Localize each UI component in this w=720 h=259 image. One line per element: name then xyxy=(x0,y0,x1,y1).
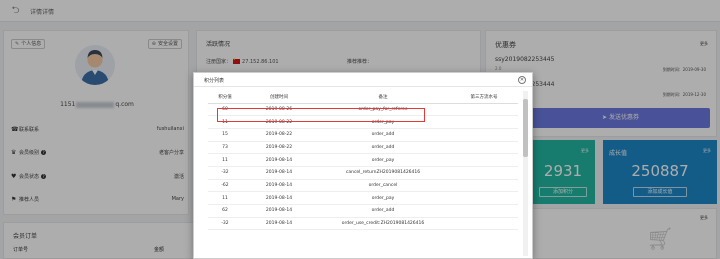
table-row: -32 2019-08-14 cancel_returnZH201908142641… xyxy=(208,166,518,180)
score-cell: -62 xyxy=(208,179,242,193)
date-cell: 2019-08-14 xyxy=(242,153,316,167)
note-cell: order_add xyxy=(316,128,450,142)
score-cell: 62 xyxy=(208,204,242,218)
score-cell: 15 xyxy=(208,128,242,142)
score-cell: 73 xyxy=(208,141,242,155)
table-row: 62 2019-08-14 order_add xyxy=(208,204,518,218)
note-cell: order_cancel xyxy=(316,179,450,193)
table-row: -32 2019-08-14 order_use_credit:ZH20190814… xyxy=(208,217,518,231)
column-header: 备注 xyxy=(316,91,450,104)
score-cell: 11 xyxy=(208,153,242,167)
note-cell: order_add xyxy=(316,141,450,155)
ext-cell xyxy=(450,191,518,205)
column-header: 第三方流水号 xyxy=(450,91,518,104)
modal-header: 积分列表 ✕ xyxy=(194,73,532,87)
date-cell: 2019-08-14 xyxy=(242,191,316,205)
table-row: 73 2019-08-22 order_add xyxy=(208,141,518,155)
score-cell: -32 xyxy=(208,166,242,180)
ext-cell xyxy=(450,204,518,218)
table-row: 11 2019-08-14 order_pay xyxy=(208,191,518,205)
table-row: 15 2019-08-22 order_add xyxy=(208,128,518,142)
ext-cell xyxy=(450,141,518,155)
date-cell: 2019-08-14 xyxy=(242,179,316,193)
date-cell: 2019-08-22 xyxy=(242,128,316,142)
modal-scrollbar[interactable] xyxy=(523,91,528,256)
score-cell: 11 xyxy=(208,191,242,205)
note-cell: order_add xyxy=(316,204,450,218)
date-cell: 2019-08-14 xyxy=(242,217,316,231)
highlight-annotation xyxy=(217,108,425,122)
ext-cell xyxy=(450,128,518,142)
table-header-row: 积分值 创建时间 备注 第三方流水号 xyxy=(208,91,518,104)
note-cell: cancel_returnZH2019081426416 xyxy=(316,166,450,180)
note-cell: order_pay xyxy=(316,191,450,205)
date-cell: 2019-08-14 xyxy=(242,166,316,180)
ext-cell xyxy=(450,179,518,193)
ext-cell xyxy=(450,115,518,129)
date-cell: 2019-08-22 xyxy=(242,141,316,155)
note-cell: order_use_credit:ZH2019081426416 xyxy=(316,217,450,231)
column-header: 创建时间 xyxy=(242,91,316,104)
table-row: -62 2019-08-14 order_cancel xyxy=(208,179,518,193)
close-icon[interactable]: ✕ xyxy=(518,76,526,84)
points-list-modal: 积分列表 ✕ 积分值 创建时间 备注 第三方流水号 60 2019-08-26 or… xyxy=(193,72,533,259)
date-cell: 2019-08-14 xyxy=(242,204,316,218)
ext-cell xyxy=(450,103,518,117)
ext-cell xyxy=(450,153,518,167)
note-cell: order_pay xyxy=(316,153,450,167)
table-row: 11 2019-08-14 order_pay xyxy=(208,153,518,167)
scrollbar-thumb[interactable] xyxy=(523,99,528,157)
ext-cell xyxy=(450,217,518,231)
score-cell: -32 xyxy=(208,217,242,231)
column-header: 积分值 xyxy=(208,91,242,104)
modal-title: 积分列表 xyxy=(204,78,225,84)
ext-cell xyxy=(450,166,518,180)
